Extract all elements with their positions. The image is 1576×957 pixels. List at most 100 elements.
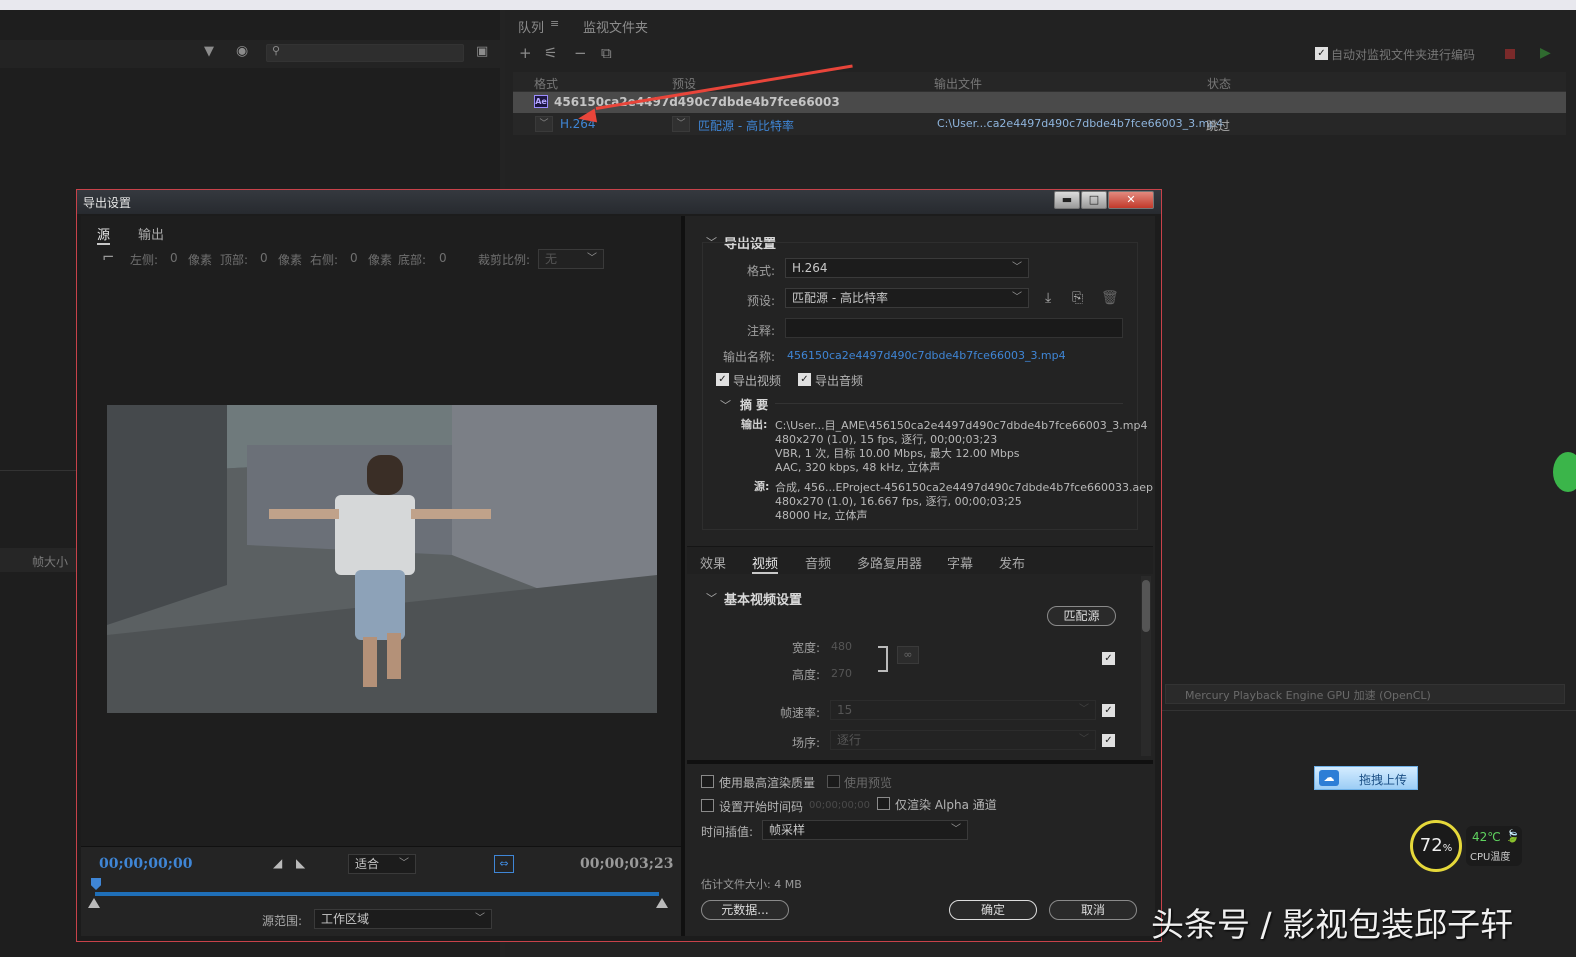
crop-ratio-select[interactable]: 无 ﹀ xyxy=(538,249,604,269)
search-input[interactable] xyxy=(266,44,464,62)
column-format[interactable]: 格式 xyxy=(534,75,558,92)
comment-input[interactable] xyxy=(785,318,1123,338)
frame-rate-label: 帧速率: xyxy=(779,706,820,720)
export-video-checkbox[interactable]: ✓ xyxy=(716,373,729,386)
close-button[interactable]: ✕ xyxy=(1108,191,1154,209)
column-preset[interactable]: 预设 xyxy=(672,75,696,92)
preset-label: 预设: xyxy=(746,294,775,308)
fit-select[interactable]: 适合 ﹀ xyxy=(348,854,416,874)
source-range-select[interactable]: 工作区域 ﹀ xyxy=(314,909,492,929)
cpu-usage-gauge: 72% xyxy=(1410,820,1462,872)
tab-source[interactable]: 源 xyxy=(97,224,111,245)
frame-rate-select[interactable]: 15 ﹀ xyxy=(830,700,1096,720)
cpu-usage-value: 72 xyxy=(1419,835,1443,856)
summary-output-label: 输出: xyxy=(741,418,768,431)
link-bracket xyxy=(878,646,888,672)
tab-multiplexer[interactable]: 多路复用器 xyxy=(857,553,922,572)
delete-preset-icon[interactable]: 🗑 xyxy=(1101,290,1119,306)
match-source-button[interactable]: 匹配源 xyxy=(1047,606,1116,626)
source-range-label: 源范围: xyxy=(262,914,303,928)
tab-watch-folders[interactable]: 监视文件夹 xyxy=(583,17,648,36)
add-icon[interactable]: + xyxy=(519,44,532,62)
divider xyxy=(0,470,76,471)
tab-queue[interactable]: 队列 xyxy=(518,17,544,36)
output-name-link[interactable]: 456150ca2e4497d490c7dbde4b7fce66003_3.mp… xyxy=(787,349,1066,362)
start-queue-icon[interactable]: ▶ xyxy=(1540,45,1551,61)
export-audio-checkbox[interactable]: ✓ xyxy=(798,373,811,386)
set-start-tc-checkbox[interactable] xyxy=(701,799,714,812)
frame-rate-match-checkbox[interactable]: ✓ xyxy=(1102,704,1115,717)
tab-audio[interactable]: 音频 xyxy=(805,553,831,572)
duplicate-icon[interactable]: ⧉ xyxy=(601,44,612,62)
crop-left-value[interactable]: 0 xyxy=(170,251,178,265)
crop-top-value[interactable]: 0 xyxy=(260,251,268,265)
width-value[interactable]: 480 xyxy=(831,640,852,653)
in-point-marker[interactable] xyxy=(88,898,100,908)
crop-right-value[interactable]: 0 xyxy=(350,251,358,265)
column-output[interactable]: 输出文件 xyxy=(934,75,982,92)
side-widget-icon[interactable] xyxy=(1553,452,1576,492)
use-preview-checkbox[interactable] xyxy=(827,775,840,788)
summary-chevron-icon[interactable]: ﹀ xyxy=(720,397,731,413)
max-quality-checkbox[interactable] xyxy=(701,775,714,788)
preset-dropdown-toggle[interactable]: ﹀ xyxy=(672,116,690,132)
import-preset-icon[interactable]: ⎘ xyxy=(1072,290,1083,306)
dialog-titlebar[interactable] xyxy=(77,190,1161,214)
start-tc-value[interactable]: 00;00;00;00 xyxy=(809,800,870,811)
search-icon: ⚲ xyxy=(272,44,281,57)
out-point-marker[interactable] xyxy=(656,898,668,908)
cancel-button[interactable]: 取消 xyxy=(1049,900,1137,920)
format-label: 格式: xyxy=(746,264,775,278)
chain-link-icon[interactable]: ∞ xyxy=(897,646,919,664)
eye-icon[interactable]: ◉ xyxy=(236,43,248,59)
interpolation-select[interactable]: 帧采样 ﹀ xyxy=(762,820,968,840)
format-select[interactable]: H.264 ﹀ xyxy=(785,258,1029,278)
maximize-button[interactable]: □ xyxy=(1081,191,1107,209)
save-preset-icon[interactable]: ⤓ xyxy=(1045,290,1051,306)
tab-publish[interactable]: 发布 xyxy=(999,553,1025,572)
field-order-select[interactable]: 逐行 ﹀ xyxy=(830,730,1096,750)
new-folder-icon[interactable]: ▣ xyxy=(476,44,488,59)
minimize-button[interactable]: ▬ xyxy=(1054,191,1080,209)
remove-icon[interactable]: − xyxy=(574,44,587,62)
ok-button[interactable]: 确定 xyxy=(949,900,1037,920)
queue-output-preset[interactable]: 匹配源 - 高比特率 xyxy=(698,117,794,134)
settings-sliders-icon[interactable]: ⚟ xyxy=(544,44,557,62)
timecode-start[interactable]: 00;00;00;00 xyxy=(99,856,192,872)
tab-captions[interactable]: 字幕 xyxy=(947,553,973,572)
height-value[interactable]: 270 xyxy=(831,667,852,680)
tab-video[interactable]: 视频 xyxy=(752,553,779,574)
filter-icon[interactable]: ▼ xyxy=(204,44,214,59)
crop-top-label: 顶部: xyxy=(220,253,249,267)
crop-icon[interactable]: ⌐ xyxy=(102,248,115,266)
set-out-point-icon[interactable]: ◣ xyxy=(296,856,305,870)
tab-output[interactable]: 输出 xyxy=(138,224,164,243)
field-order-match-checkbox[interactable]: ✓ xyxy=(1102,734,1115,747)
alpha-only-checkbox[interactable] xyxy=(877,797,890,810)
timecode-end: 00;00;03;23 xyxy=(580,856,674,872)
size-match-checkbox[interactable]: ✓ xyxy=(1102,652,1115,665)
timeline-track[interactable] xyxy=(95,892,659,896)
column-status[interactable]: 状态 xyxy=(1207,75,1231,92)
summary-source-line: 48000 Hz, 立体声 xyxy=(775,509,868,522)
stop-icon[interactable] xyxy=(1505,49,1515,59)
preset-select[interactable]: 匹配源 - 高比特率 ﹀ xyxy=(785,288,1029,308)
aspect-toggle-icon[interactable]: ⇔ xyxy=(494,855,514,873)
panel-menu-icon[interactable]: ≡ xyxy=(550,17,559,30)
baidu-upload-button[interactable]: ☁ 拖拽上传 xyxy=(1314,766,1418,790)
auto-encode-checkbox[interactable]: ✓ xyxy=(1315,47,1328,60)
crop-bottom-value[interactable]: 0 xyxy=(439,251,447,265)
metadata-button[interactable]: 元数据... xyxy=(701,900,789,920)
basic-video-title: 基本视频设置 xyxy=(724,593,803,608)
column-frame-size[interactable]: 帧大小 xyxy=(32,553,68,570)
cpu-temp-label: CPU温度 xyxy=(1470,852,1511,863)
set-in-point-icon[interactable]: ◢ xyxy=(273,856,282,870)
scrollbar-thumb[interactable] xyxy=(1142,580,1150,632)
format-dropdown-toggle[interactable]: ﹀ xyxy=(535,116,553,132)
queue-output-file[interactable]: C:\User...ca2e4497d490c7dbde4b7fce66003_… xyxy=(937,117,1223,130)
leaf-icon: 🍃 xyxy=(1505,829,1520,843)
tab-effects[interactable]: 效果 xyxy=(700,553,726,572)
dialog-title: 导出设置 xyxy=(83,196,132,210)
queue-column-header xyxy=(513,72,1566,92)
video-section-chevron-icon[interactable]: ﹀ xyxy=(706,590,717,606)
